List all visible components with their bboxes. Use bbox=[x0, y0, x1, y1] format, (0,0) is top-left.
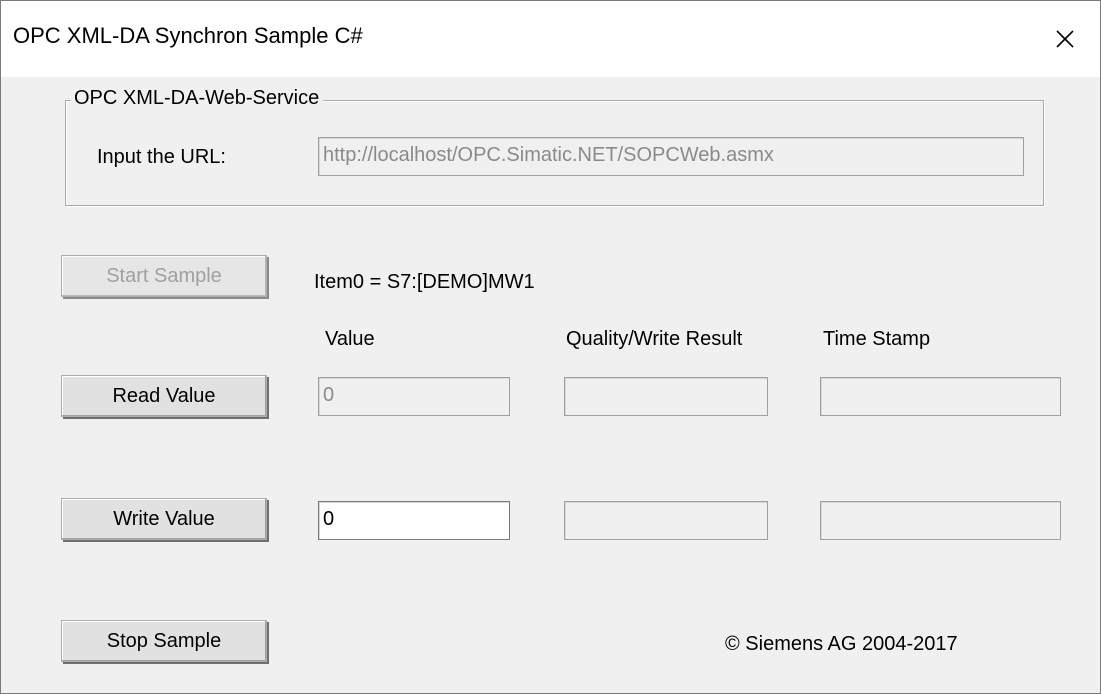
web-service-group-label: OPC XML-DA-Web-Service bbox=[71, 87, 324, 110]
close-icon bbox=[1056, 30, 1074, 48]
url-label: Input the URL: bbox=[97, 146, 226, 168]
timestamp-column-header: Time Stamp bbox=[823, 328, 931, 350]
client-area: OPC XML-DA-Web-Service Input the URL: ht… bbox=[1, 77, 1100, 693]
write-timestamp-field bbox=[820, 501, 1061, 540]
title-bar[interactable]: OPC XML-DA Synchron Sample C# bbox=[1, 1, 1100, 77]
write-quality-field bbox=[564, 501, 768, 540]
read-value-field: 0 bbox=[318, 377, 510, 416]
url-field[interactable]: http://localhost/OPC.Simatic.NET/SOPCWeb… bbox=[318, 137, 1024, 176]
read-value-button[interactable]: Read Value bbox=[61, 375, 267, 417]
window-title: OPC XML-DA Synchron Sample C# bbox=[13, 23, 363, 48]
close-button[interactable] bbox=[1030, 1, 1100, 77]
read-quality-field bbox=[564, 377, 768, 416]
item-label: Item0 = S7:[DEMO]MW1 bbox=[314, 271, 535, 293]
write-value-button[interactable]: Write Value bbox=[61, 498, 267, 540]
copyright-text: © Siemens AG 2004-2017 bbox=[725, 633, 958, 655]
value-column-header: Value bbox=[325, 328, 375, 350]
read-timestamp-field bbox=[820, 377, 1061, 416]
quality-column-header: Quality/Write Result bbox=[566, 328, 743, 350]
stop-sample-button[interactable]: Stop Sample bbox=[61, 620, 267, 662]
write-value-input[interactable]: 0 bbox=[318, 501, 510, 540]
start-sample-button[interactable]: Start Sample bbox=[61, 255, 267, 297]
app-window: OPC XML-DA Synchron Sample C# OPC XML-DA… bbox=[0, 0, 1101, 694]
